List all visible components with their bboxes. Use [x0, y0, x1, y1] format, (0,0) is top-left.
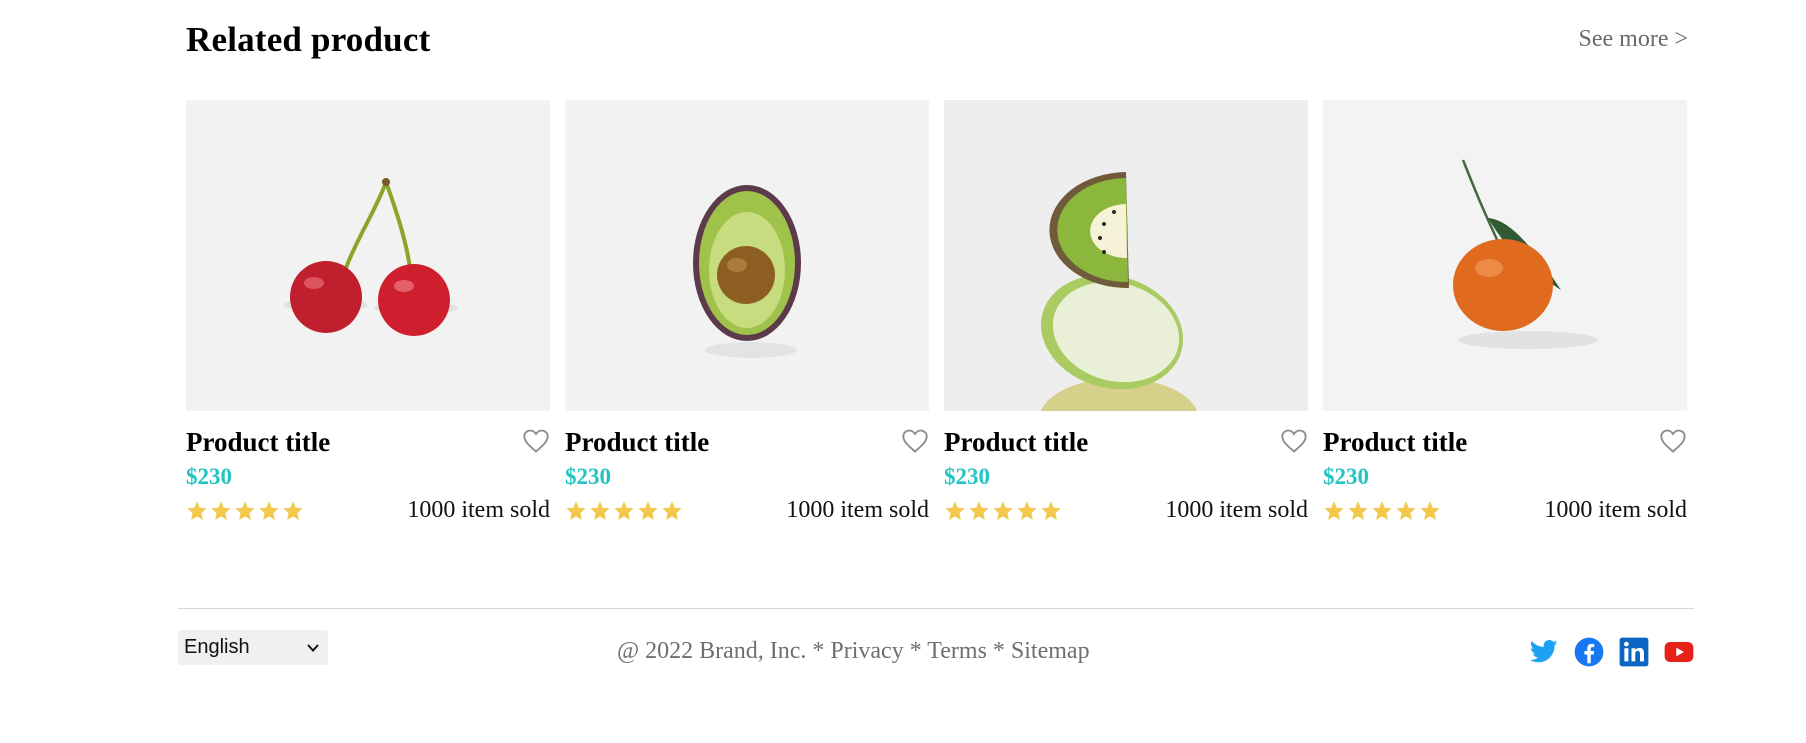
product-title[interactable]: Product title	[944, 427, 1088, 458]
star-icon	[259, 501, 279, 520]
chevron-down-icon	[307, 644, 319, 652]
star-rating	[565, 500, 683, 522]
product-card[interactable]: Product title $230 1000 item sold	[1323, 100, 1687, 540]
star-icon	[969, 501, 989, 520]
star-icon	[283, 501, 303, 520]
heart-icon[interactable]	[1659, 427, 1687, 455]
youtube-icon[interactable]	[1664, 637, 1694, 667]
product-price: $230	[1323, 464, 1369, 489]
related-product-header: Related product See more >	[186, 18, 1688, 66]
product-image-tangerine[interactable]	[1323, 100, 1687, 411]
social-links	[1529, 637, 1694, 667]
product-price: $230	[944, 464, 990, 489]
footer-divider	[178, 608, 1694, 609]
linkedin-icon[interactable]	[1619, 637, 1649, 667]
star-icon	[993, 501, 1013, 520]
star-icon	[662, 501, 682, 520]
star-icon	[1396, 501, 1416, 520]
footer-copyright: @ 2022 Brand, Inc. * Privacy * Terms * S…	[617, 638, 1090, 664]
product-grid: Product title $230 1000 item sold Produc…	[186, 100, 1688, 540]
star-icon	[614, 501, 634, 520]
product-title[interactable]: Product title	[1323, 427, 1467, 458]
product-price: $230	[186, 464, 232, 489]
star-icon	[1420, 501, 1440, 520]
section-title: Related product	[186, 20, 431, 59]
items-sold: 1000 item sold	[407, 497, 550, 523]
star-icon	[1372, 501, 1392, 520]
language-select[interactable]: English	[178, 630, 328, 665]
star-icon	[235, 501, 255, 520]
product-card[interactable]: Product title $230 1000 item sold	[565, 100, 929, 540]
heart-icon[interactable]	[901, 427, 929, 455]
heart-icon[interactable]	[1280, 427, 1308, 455]
see-more-link[interactable]: See more >	[1579, 26, 1689, 53]
star-icon	[566, 501, 586, 520]
star-icon	[187, 501, 207, 520]
product-card[interactable]: Product title $230 1000 item sold	[944, 100, 1308, 540]
star-rating	[944, 500, 1062, 522]
twitter-icon[interactable]	[1529, 637, 1559, 667]
language-select-value: English	[184, 636, 250, 658]
product-card[interactable]: Product title $230 1000 item sold	[186, 100, 550, 540]
star-icon	[638, 501, 658, 520]
product-image-cherries[interactable]	[186, 100, 550, 411]
star-icon	[1348, 501, 1368, 520]
product-title[interactable]: Product title	[186, 427, 330, 458]
star-icon	[1041, 501, 1061, 520]
items-sold: 1000 item sold	[786, 497, 929, 523]
star-rating	[186, 500, 304, 522]
product-image-kiwi-lime[interactable]	[944, 100, 1308, 411]
star-rating	[1323, 500, 1441, 522]
items-sold: 1000 item sold	[1544, 497, 1687, 523]
star-icon	[945, 501, 965, 520]
facebook-icon[interactable]	[1574, 637, 1604, 667]
items-sold: 1000 item sold	[1165, 497, 1308, 523]
product-price: $230	[565, 464, 611, 489]
star-icon	[1017, 501, 1037, 520]
star-icon	[590, 501, 610, 520]
star-icon	[211, 501, 231, 520]
product-image-avocado[interactable]	[565, 100, 929, 411]
heart-icon[interactable]	[522, 427, 550, 455]
product-title[interactable]: Product title	[565, 427, 709, 458]
star-icon	[1324, 501, 1344, 520]
